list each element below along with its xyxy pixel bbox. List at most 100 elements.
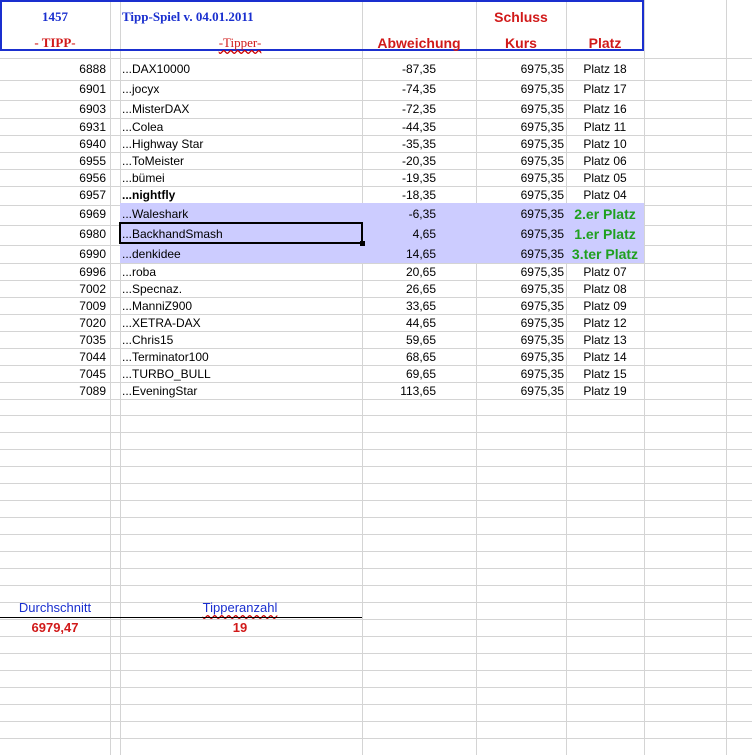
selected-cell[interactable] xyxy=(119,222,363,244)
abweichung-cell[interactable]: -44,35 xyxy=(362,119,436,135)
tipper-name-cell[interactable]: ...Terminator100 xyxy=(122,349,358,365)
platz-cell[interactable]: Platz 08 xyxy=(566,281,644,297)
kurs-cell[interactable]: 6975,35 xyxy=(476,101,564,117)
platz-cell[interactable]: Platz 13 xyxy=(566,332,644,348)
kurs-cell[interactable]: 6975,35 xyxy=(476,281,564,297)
tipper-name-cell[interactable]: ...EveningStar xyxy=(122,383,358,399)
abweichung-cell[interactable]: 14,65 xyxy=(362,246,436,262)
abweichung-cell[interactable]: 20,65 xyxy=(362,264,436,280)
tipper-name-cell[interactable]: ...Chris15 xyxy=(122,332,358,348)
tipp-cell[interactable]: 6996 xyxy=(0,264,106,280)
platz-cell[interactable]: Platz 10 xyxy=(566,136,644,152)
tipp-cell[interactable]: 7020 xyxy=(0,315,106,331)
tipp-cell[interactable]: 6940 xyxy=(0,136,106,152)
kurs-cell[interactable]: 6975,35 xyxy=(476,136,564,152)
platz-cell[interactable]: Platz 06 xyxy=(566,153,644,169)
platz-cell[interactable]: Platz 07 xyxy=(566,264,644,280)
abweichung-cell[interactable]: 44,65 xyxy=(362,315,436,331)
platz-cell[interactable]: Platz 09 xyxy=(566,298,644,314)
tipper-name-cell[interactable]: ...Colea xyxy=(122,119,358,135)
tipp-cell[interactable]: 7035 xyxy=(0,332,106,348)
fill-handle[interactable] xyxy=(360,241,365,246)
tipp-cell[interactable]: 6888 xyxy=(0,61,106,77)
tipp-cell[interactable]: 6969 xyxy=(0,206,106,222)
abweichung-cell[interactable]: 59,65 xyxy=(362,332,436,348)
tipper-name-cell[interactable]: ...MisterDAX xyxy=(122,101,358,117)
tipp-cell[interactable]: 6957 xyxy=(0,187,106,203)
tipp-cell[interactable]: 6956 xyxy=(0,170,106,186)
kurs-cell[interactable]: 6975,35 xyxy=(476,170,564,186)
platz-cell[interactable]: Platz 14 xyxy=(566,349,644,365)
tipp-cell[interactable]: 7045 xyxy=(0,366,106,382)
kurs-cell[interactable]: 6975,35 xyxy=(476,81,564,97)
tipp-cell[interactable]: 6901 xyxy=(0,81,106,97)
kurs-cell[interactable]: 6975,35 xyxy=(476,61,564,77)
kurs-cell[interactable]: 6975,35 xyxy=(476,187,564,203)
kurs-cell[interactable]: 6975,35 xyxy=(476,226,564,242)
tipp-cell[interactable]: 7009 xyxy=(0,298,106,314)
abweichung-cell[interactable]: 69,65 xyxy=(362,366,436,382)
abweichung-cell[interactable]: 113,65 xyxy=(362,383,436,399)
abweichung-cell[interactable]: -87,35 xyxy=(362,61,436,77)
platz-cell[interactable]: 3.ter Platz xyxy=(566,246,644,262)
platz-cell[interactable]: 2.er Platz xyxy=(566,206,644,222)
tipper-name-cell[interactable]: ...bümei xyxy=(122,170,358,186)
tipp-cell[interactable]: 7044 xyxy=(0,349,106,365)
kurs-cell[interactable]: 6975,35 xyxy=(476,315,564,331)
abweichung-cell[interactable]: -20,35 xyxy=(362,153,436,169)
tipper-name-cell[interactable]: ...ManniZ900 xyxy=(122,298,358,314)
tipp-cell[interactable]: 7002 xyxy=(0,281,106,297)
tipper-name-cell[interactable]: ...TURBO_BULL xyxy=(122,366,358,382)
abweichung-cell[interactable]: 4,65 xyxy=(362,226,436,242)
tipp-cell[interactable]: 6955 xyxy=(0,153,106,169)
kurs-cell[interactable]: 6975,35 xyxy=(476,366,564,382)
kurs-cell[interactable]: 6975,35 xyxy=(476,153,564,169)
durchschnitt-label: Durchschnitt xyxy=(18,600,92,615)
kurs-cell[interactable]: 6975,35 xyxy=(476,383,564,399)
abweichung-cell[interactable]: -19,35 xyxy=(362,170,436,186)
kurs-cell[interactable]: 6975,35 xyxy=(476,332,564,348)
tipper-name-cell[interactable]: ...roba xyxy=(122,264,358,280)
platz-cell[interactable]: Platz 17 xyxy=(566,81,644,97)
grid-row-line xyxy=(0,483,752,484)
platz-cell[interactable]: 1.er Platz xyxy=(566,226,644,242)
kurs-cell[interactable]: 6975,35 xyxy=(476,119,564,135)
platz-cell[interactable]: Platz 19 xyxy=(566,383,644,399)
abweichung-cell[interactable]: -72,35 xyxy=(362,101,436,117)
tipper-name-cell[interactable]: ...Waleshark xyxy=(122,206,358,222)
tipper-name-cell[interactable]: ...denkidee xyxy=(122,246,358,262)
tipp-cell[interactable]: 7089 xyxy=(0,383,106,399)
kurs-cell[interactable]: 6975,35 xyxy=(476,206,564,222)
kurs-cell[interactable]: 6975,35 xyxy=(476,349,564,365)
tipper-name-cell[interactable]: ...ToMeister xyxy=(122,153,358,169)
kurs-cell[interactable]: 6975,35 xyxy=(476,298,564,314)
abweichung-cell[interactable]: -35,35 xyxy=(362,136,436,152)
tipp-cell[interactable]: 6931 xyxy=(0,119,106,135)
platz-cell[interactable]: Platz 15 xyxy=(566,366,644,382)
abweichung-cell[interactable]: -18,35 xyxy=(362,187,436,203)
tipp-cell[interactable]: 6980 xyxy=(0,226,106,242)
abweichung-cell[interactable]: -6,35 xyxy=(362,206,436,222)
platz-cell[interactable]: Platz 12 xyxy=(566,315,644,331)
spreadsheet-grid[interactable]: 1457 Tipp-Spiel v. 04.01.2011 Schluss - … xyxy=(0,0,752,755)
kurs-cell[interactable]: 6975,35 xyxy=(476,246,564,262)
kurs-cell[interactable]: 6975,35 xyxy=(476,264,564,280)
platz-cell[interactable]: Platz 04 xyxy=(566,187,644,203)
tipper-name-cell[interactable]: ...jocyx xyxy=(122,81,358,97)
tipper-name-cell[interactable]: ...XETRA-DAX xyxy=(122,315,358,331)
tipper-name-cell[interactable]: ...DAX10000 xyxy=(122,61,358,77)
abweichung-cell[interactable]: 68,65 xyxy=(362,349,436,365)
abweichung-cell[interactable]: 26,65 xyxy=(362,281,436,297)
tipp-cell[interactable]: 6903 xyxy=(0,101,106,117)
abweichung-cell[interactable]: -74,35 xyxy=(362,81,436,97)
platz-cell[interactable]: Platz 11 xyxy=(566,119,644,135)
tipper-name-cell[interactable]: ...nightfly xyxy=(122,187,358,203)
abweichung-cell[interactable]: 33,65 xyxy=(362,298,436,314)
tipper-name-cell[interactable]: ...Specnaz. xyxy=(122,281,358,297)
platz-cell[interactable]: Platz 16 xyxy=(566,101,644,117)
tipper-name-cell[interactable]: ...Highway Star xyxy=(122,136,358,152)
platz-cell[interactable]: Platz 05 xyxy=(566,170,644,186)
tipp-cell[interactable]: 6990 xyxy=(0,246,106,262)
grid-row-line xyxy=(0,466,752,467)
platz-cell[interactable]: Platz 18 xyxy=(566,61,644,77)
